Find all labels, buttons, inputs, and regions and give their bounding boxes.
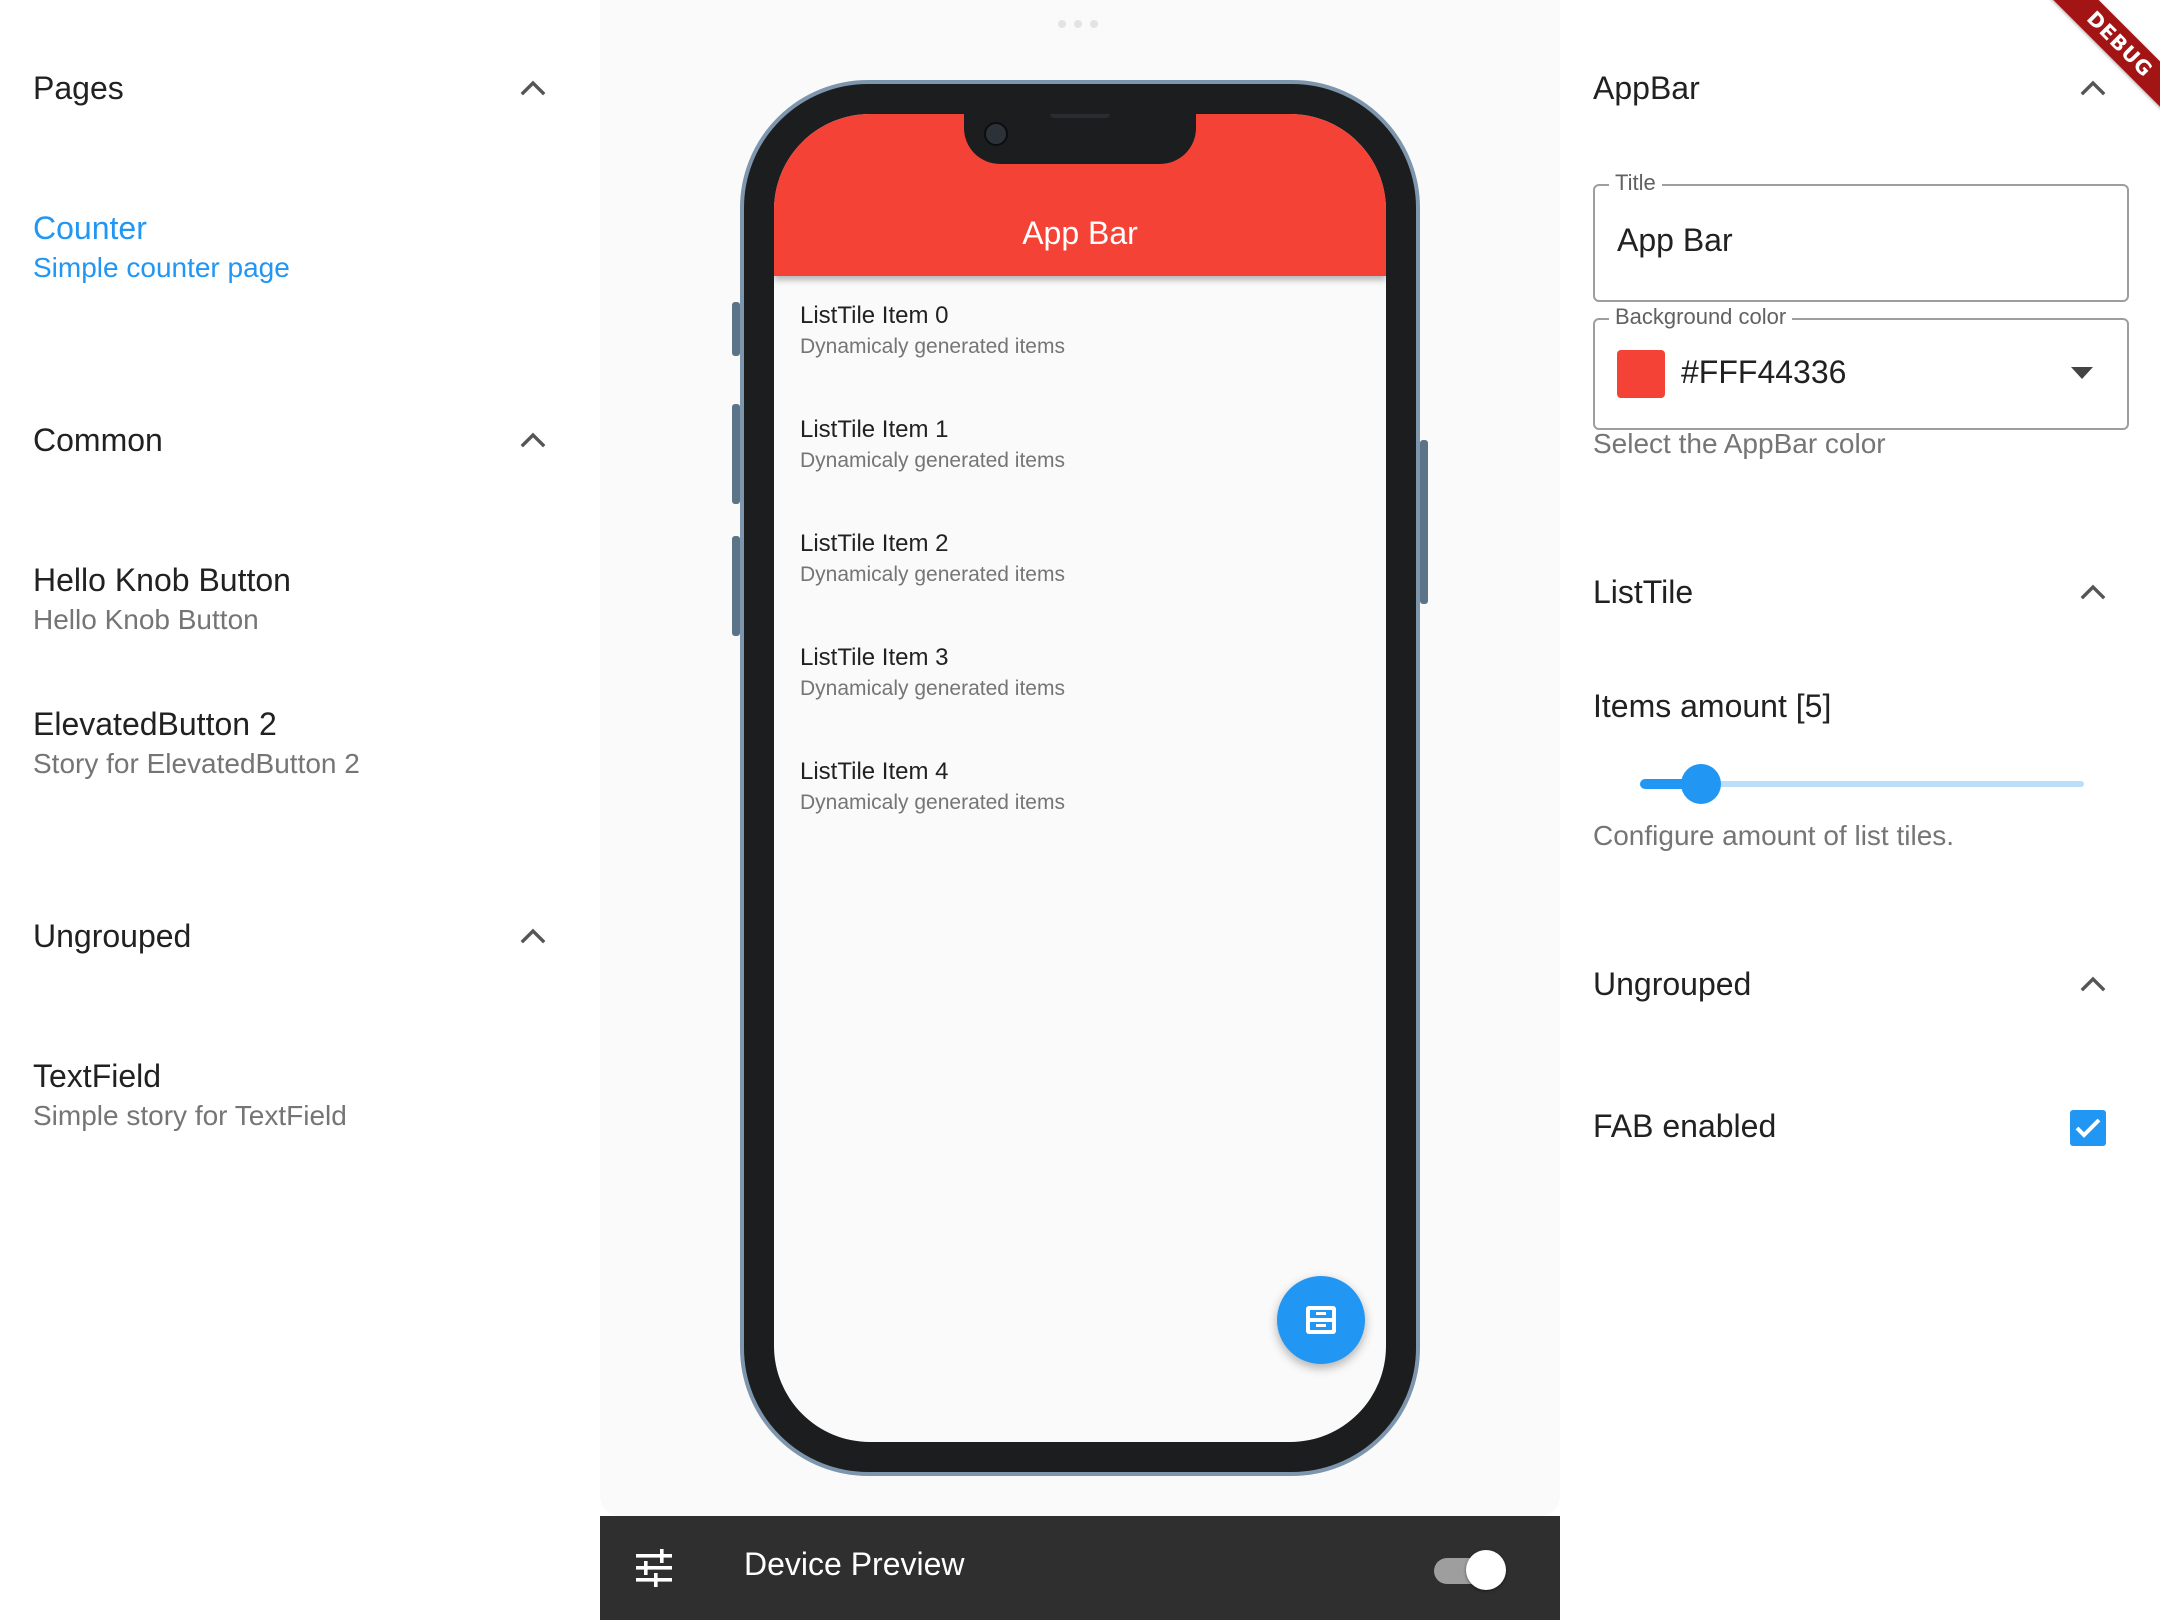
items-amount-label: Items amount [5] (1593, 688, 1832, 724)
volume-down-button (732, 536, 740, 636)
stories-panel: Pages Counter Simple counter page Common… (0, 0, 600, 1620)
silent-switch (732, 302, 740, 356)
dropdown-arrow-icon (2071, 366, 2093, 384)
slider-thumb[interactable] (1681, 764, 1722, 804)
list-tile-title: ListTile Item 4 (800, 758, 949, 785)
phone-screen: App Bar ListTile Item 0 Dynamicaly gener… (774, 114, 1386, 1442)
volume-up-button (732, 404, 740, 504)
field-label: Title (1609, 170, 1662, 196)
camera-icon (984, 122, 1008, 146)
section-title: Ungrouped (33, 917, 192, 954)
story-item-counter[interactable]: Counter Simple counter page (33, 208, 573, 288)
field-label: Background color (1609, 304, 1793, 330)
phone-notch (964, 114, 1196, 164)
slider-helper-text: Configure amount of list tiles. (1593, 820, 1955, 851)
fab-enabled-checkbox[interactable] (2070, 1110, 2106, 1146)
section-title: Pages (33, 69, 124, 106)
toggle-thumb (1466, 1550, 1506, 1590)
section-header-listtile[interactable]: ListTile (1593, 562, 2113, 622)
section-title: AppBar (1593, 69, 1700, 106)
section-header-ungrouped[interactable]: Ungrouped (33, 906, 553, 966)
device-preview-toggle[interactable] (1434, 1550, 1508, 1590)
story-title: ElevatedButton 2 (33, 706, 277, 742)
preview-panel: App Bar ListTile Item 0 Dynamicaly gener… (600, 0, 1560, 1620)
story-title: Hello Knob Button (33, 562, 291, 598)
phone-frame: App Bar ListTile Item 0 Dynamicaly gener… (732, 80, 1428, 1476)
app-bar-title: App Bar (1022, 215, 1138, 251)
story-item-hello-knob-button[interactable]: Hello Knob Button Hello Knob Button (33, 560, 573, 640)
list-tile-subtitle: Dynamicaly generated items (800, 677, 1065, 700)
chevron-up-icon[interactable] (2073, 572, 2113, 612)
list-tile-subtitle: Dynamicaly generated items (800, 335, 1065, 358)
chevron-up-icon[interactable] (513, 68, 553, 108)
chevron-up-icon[interactable] (2073, 964, 2113, 1004)
list-tile-subtitle: Dynamicaly generated items (800, 449, 1065, 472)
list-tile-title: ListTile Item 2 (800, 530, 949, 557)
title-text-field[interactable]: Title App Bar (1593, 170, 2129, 302)
story-item-textfield[interactable]: TextField Simple story for TextField (33, 1056, 573, 1136)
section-title: ListTile (1593, 573, 1694, 610)
chevron-up-icon[interactable] (513, 916, 553, 956)
section-header-pages[interactable]: Pages (33, 58, 553, 118)
story-item-elevated-button-2[interactable]: ElevatedButton 2 Story for ElevatedButto… (33, 704, 573, 784)
list-tile-title: ListTile Item 1 (800, 416, 949, 443)
story-subtitle: Story for ElevatedButton 2 (33, 748, 360, 779)
background-color-dropdown[interactable]: Background color #FFF44336 (1593, 304, 2129, 430)
story-subtitle: Simple story for TextField (33, 1100, 347, 1131)
color-swatch (1617, 350, 1665, 398)
inbox-icon (1306, 1306, 1336, 1334)
list-tile-title: ListTile Item 3 (800, 644, 949, 671)
list-tile-subtitle: Dynamicaly generated items (800, 563, 1065, 586)
story-title: TextField (33, 1058, 162, 1094)
speaker-grille (1050, 114, 1110, 118)
chevron-up-icon[interactable] (2073, 68, 2113, 108)
section-header-ungrouped[interactable]: Ungrouped (1593, 954, 2113, 1014)
field-helper-text: Select the AppBar color (1593, 428, 1886, 459)
list-tile[interactable]: ListTile Item 0 Dynamicaly generated ite… (800, 300, 1360, 362)
check-icon (2075, 1118, 2101, 1138)
items-amount-slider[interactable] (1640, 760, 2084, 808)
field-value: App Bar (1617, 222, 1733, 258)
power-button (1420, 440, 1428, 604)
device-preview-toolbar: Device Preview (600, 1516, 1560, 1620)
section-title: Ungrouped (1593, 965, 1752, 1002)
list-tile[interactable]: ListTile Item 1 Dynamicaly generated ite… (800, 414, 1360, 476)
tune-icon[interactable] (634, 1548, 674, 1588)
story-subtitle: Simple counter page (33, 252, 290, 283)
list-tile[interactable]: ListTile Item 4 Dynamicaly generated ite… (800, 756, 1360, 818)
chevron-up-icon[interactable] (513, 420, 553, 460)
section-header-common[interactable]: Common (33, 410, 553, 470)
story-subtitle: Hello Knob Button (33, 604, 259, 635)
list-tile[interactable]: ListTile Item 3 Dynamicaly generated ite… (800, 642, 1360, 704)
list-tile-title: ListTile Item 0 (800, 302, 949, 329)
device-preview-area: App Bar ListTile Item 0 Dynamicaly gener… (600, 0, 1560, 1516)
toolbar-title: Device Preview (744, 1546, 965, 1582)
list-tile[interactable]: ListTile Item 2 Dynamicaly generated ite… (800, 528, 1360, 590)
field-value: #FFF44336 (1681, 354, 1847, 390)
floating-action-button[interactable] (1277, 1276, 1365, 1364)
drag-handle[interactable] (1058, 20, 1098, 28)
list-tile-subtitle: Dynamicaly generated items (800, 791, 1065, 814)
story-title: Counter (33, 210, 147, 246)
section-header-appbar[interactable]: AppBar (1593, 58, 2113, 118)
section-title: Common (33, 421, 163, 458)
knobs-panel: AppBar Title App Bar Background color #F… (1560, 0, 2160, 1620)
fab-enabled-label: FAB enabled (1593, 1108, 1777, 1144)
